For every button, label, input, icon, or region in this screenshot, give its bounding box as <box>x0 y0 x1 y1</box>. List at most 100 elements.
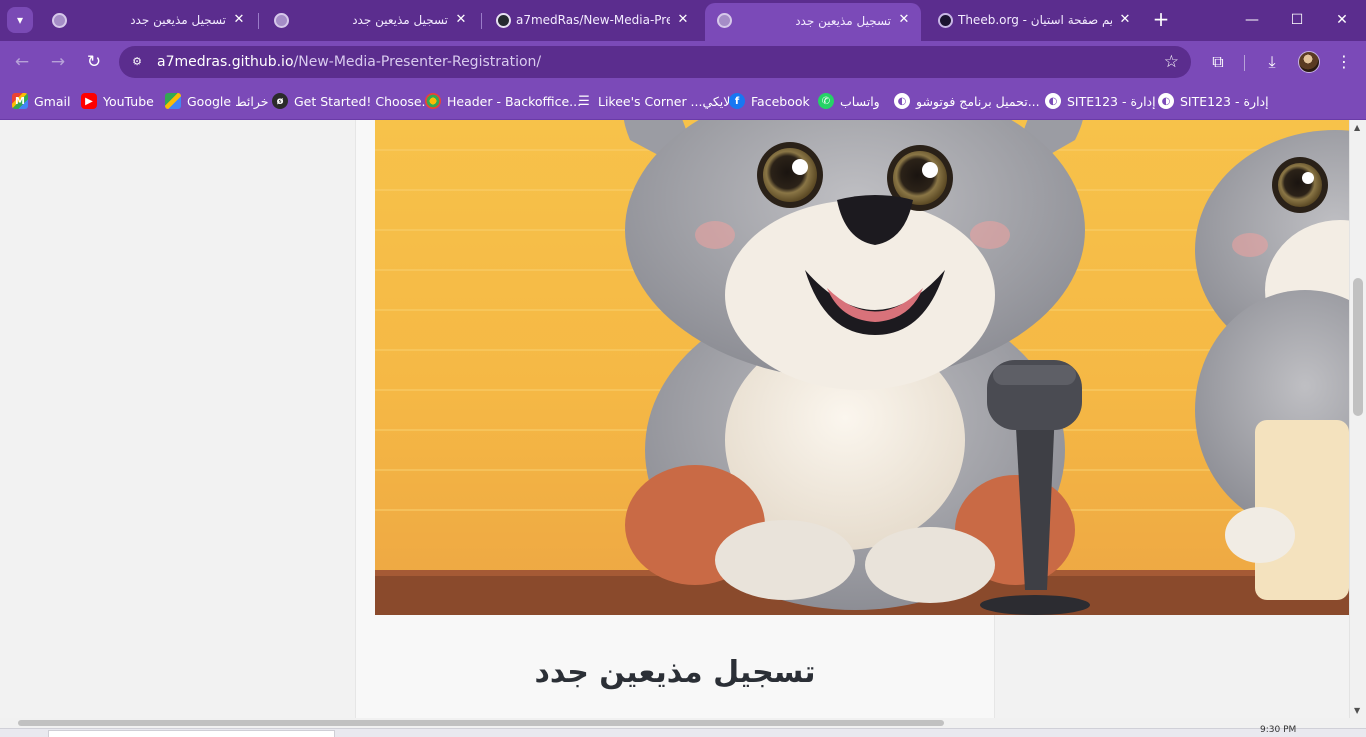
puzzle-icon: ⧉ <box>1212 52 1224 71</box>
tab-1[interactable]: تسجيل مذيعين جدد ✕ <box>40 6 256 35</box>
tab-title: تسجيل مذيعين جدد <box>795 14 891 28</box>
arrow-left-icon: ← <box>14 52 30 72</box>
maximize-icon: ☐ <box>1290 12 1304 28</box>
bookmark-header-backoffice[interactable]: Header - Backoffice... <box>425 92 581 110</box>
bookmark-label: SITE123 - إدارة <box>1067 93 1156 109</box>
close-icon[interactable]: ✕ <box>1116 11 1134 29</box>
maximize-button[interactable]: ☐ <box>1285 8 1309 32</box>
arrow-right-icon: → <box>50 52 66 72</box>
tab-title: تسجيل مذيعين جدد <box>130 13 226 27</box>
close-icon: ✕ <box>1336 12 1348 28</box>
bookmarks-bar: M Gmail ▶ YouTube Google خرائط ø Get Sta… <box>0 82 1366 120</box>
tab-5[interactable]: Theeb.org - يم صفحة استيان ✕ <box>926 6 1142 35</box>
bookmark-star-icon[interactable]: ☆ <box>1164 52 1179 72</box>
maps-icon <box>165 93 181 109</box>
theeb-icon <box>938 13 953 28</box>
tab-separator <box>258 13 259 29</box>
getstarted-icon: ø <box>272 93 288 109</box>
close-icon[interactable]: ✕ <box>895 11 913 29</box>
address-bar[interactable]: ⚙ a7medras.github.io/New-Media-Presenter… <box>119 46 1191 78</box>
bookmark-whatsapp[interactable]: ✆ واتساب <box>818 92 880 110</box>
browser-toolbar: ← → ↻ ⚙ a7medras.github.io/New-Media-Pre… <box>0 41 1366 82</box>
tab-4-active[interactable]: تسجيل مذيعين جدد ✕ <box>705 3 921 41</box>
taskbar-search-field[interactable] <box>48 730 335 737</box>
close-icon[interactable]: ✕ <box>452 11 470 29</box>
minimize-icon: — <box>1245 12 1259 28</box>
bookmark-photoshop-download[interactable]: ◐ تحميل برنامج فوتوشو... <box>894 92 1040 110</box>
scroll-down-icon[interactable]: ▼ <box>1354 706 1360 715</box>
bookmark-label: Google خرائط <box>187 93 269 109</box>
back-button[interactable]: ← <box>10 50 34 74</box>
bookmark-label: Facebook <box>751 93 810 109</box>
close-icon[interactable]: ✕ <box>674 11 692 29</box>
bookmark-label: SITE123 - إدارة <box>1180 93 1269 109</box>
reload-button[interactable]: ↻ <box>82 50 106 74</box>
bookmark-likee-corner[interactable]: ☰ Likee's Corner ...لايكي <box>576 92 730 110</box>
bookmark-google-maps[interactable]: Google خرائط <box>165 92 269 110</box>
globe-icon <box>274 13 289 28</box>
bookmark-site123-2[interactable]: ◐ SITE123 - إدارة <box>1158 92 1269 110</box>
menu-button[interactable]: ⋮ <box>1332 50 1356 74</box>
profile-avatar[interactable] <box>1298 51 1320 73</box>
youtube-icon: ▶ <box>81 93 97 109</box>
facebook-icon: f <box>729 93 745 109</box>
tab-2[interactable]: تسجيل مذيعين جدد ✕ <box>262 6 478 35</box>
hero-image <box>375 120 1349 615</box>
vertical-scrollbar[interactable]: ▲ ▼ <box>1349 120 1366 718</box>
url-host: a7medras.github.io <box>157 54 294 70</box>
download-icon: ⤓ <box>1268 52 1276 71</box>
scroll-up-icon[interactable]: ▲ <box>1354 123 1360 132</box>
site-info-icon[interactable]: ⚙ <box>128 53 146 71</box>
tab-title: a7medRas/New-Media-Pres <box>516 13 670 27</box>
url-path: /New-Media-Presenter-Registration/ <box>293 54 542 70</box>
kebab-menu-icon: ⋮ <box>1336 52 1352 71</box>
bookmark-label: واتساب <box>840 93 880 109</box>
horizontal-scrollbar[interactable] <box>0 718 1366 728</box>
vertical-scroll-thumb[interactable] <box>1353 278 1363 416</box>
tab-title: Theeb.org - يم صفحة استيان <box>958 13 1112 27</box>
bookmark-get-started[interactable]: ø Get Started! Choose... <box>272 92 433 110</box>
bookmark-gmail[interactable]: M Gmail <box>12 92 70 110</box>
minimize-button[interactable]: — <box>1240 8 1264 32</box>
os-taskbar: 9:30 PM <box>0 725 1366 737</box>
globe-icon <box>52 13 67 28</box>
header-icon <box>425 93 441 109</box>
bookmark-youtube[interactable]: ▶ YouTube <box>81 92 154 110</box>
bookmark-label: YouTube <box>103 93 154 109</box>
github-icon <box>496 13 511 28</box>
extensions-button[interactable]: ⧉ <box>1206 50 1230 74</box>
chevron-down-icon: ▾ <box>16 13 24 27</box>
taskbar-clock: 9:30 PM <box>1260 725 1297 735</box>
forward-button[interactable]: → <box>46 50 70 74</box>
reload-icon: ↻ <box>86 52 102 72</box>
tab-search-button[interactable]: ▾ <box>7 7 33 33</box>
bookmark-label: Header - Backoffice... <box>447 93 582 109</box>
close-icon[interactable]: ✕ <box>230 11 248 29</box>
tab-3[interactable]: a7medRas/New-Media-Pres ✕ <box>484 6 700 35</box>
horizontal-scroll-thumb[interactable] <box>18 720 944 726</box>
globe-icon: ◐ <box>1045 93 1061 109</box>
downloads-button[interactable]: ⤓ <box>1260 50 1284 74</box>
bookmark-label: Gmail <box>34 93 71 109</box>
globe-icon: ◐ <box>1158 93 1174 109</box>
new-tab-button[interactable]: + <box>1150 9 1172 31</box>
whatsapp-icon: ✆ <box>818 93 834 109</box>
page-viewport: تسجيل مذيعين جدد <box>0 120 1349 718</box>
bookmark-label: تحميل برنامج فوتوشو... <box>916 93 1040 109</box>
globe-icon: ◐ <box>894 93 910 109</box>
globe-icon <box>717 13 732 28</box>
tab-strip: ▾ تسجيل مذيعين جدد ✕ تسجيل مذيعين جدد ✕ … <box>0 0 1366 41</box>
gmail-icon: M <box>12 93 28 109</box>
toolbar-divider <box>1244 55 1245 71</box>
page-title: تسجيل مذيعين جدد <box>534 655 816 690</box>
bookmark-site123-1[interactable]: ◐ SITE123 - إدارة <box>1045 92 1156 110</box>
url-text[interactable]: a7medras.github.io/New-Media-Presenter-R… <box>157 54 541 70</box>
bookmark-label: Likee's Corner ...لايكي <box>598 93 731 109</box>
bookmark-facebook[interactable]: f Facebook <box>729 92 810 110</box>
wolf-cubs-illustration <box>375 120 1349 615</box>
close-window-button[interactable]: ✕ <box>1330 8 1354 32</box>
list-icon: ☰ <box>578 93 590 109</box>
bookmark-label: Get Started! Choose... <box>294 93 434 109</box>
tab-title: تسجيل مذيعين جدد <box>352 13 448 27</box>
tab-separator <box>481 13 482 29</box>
